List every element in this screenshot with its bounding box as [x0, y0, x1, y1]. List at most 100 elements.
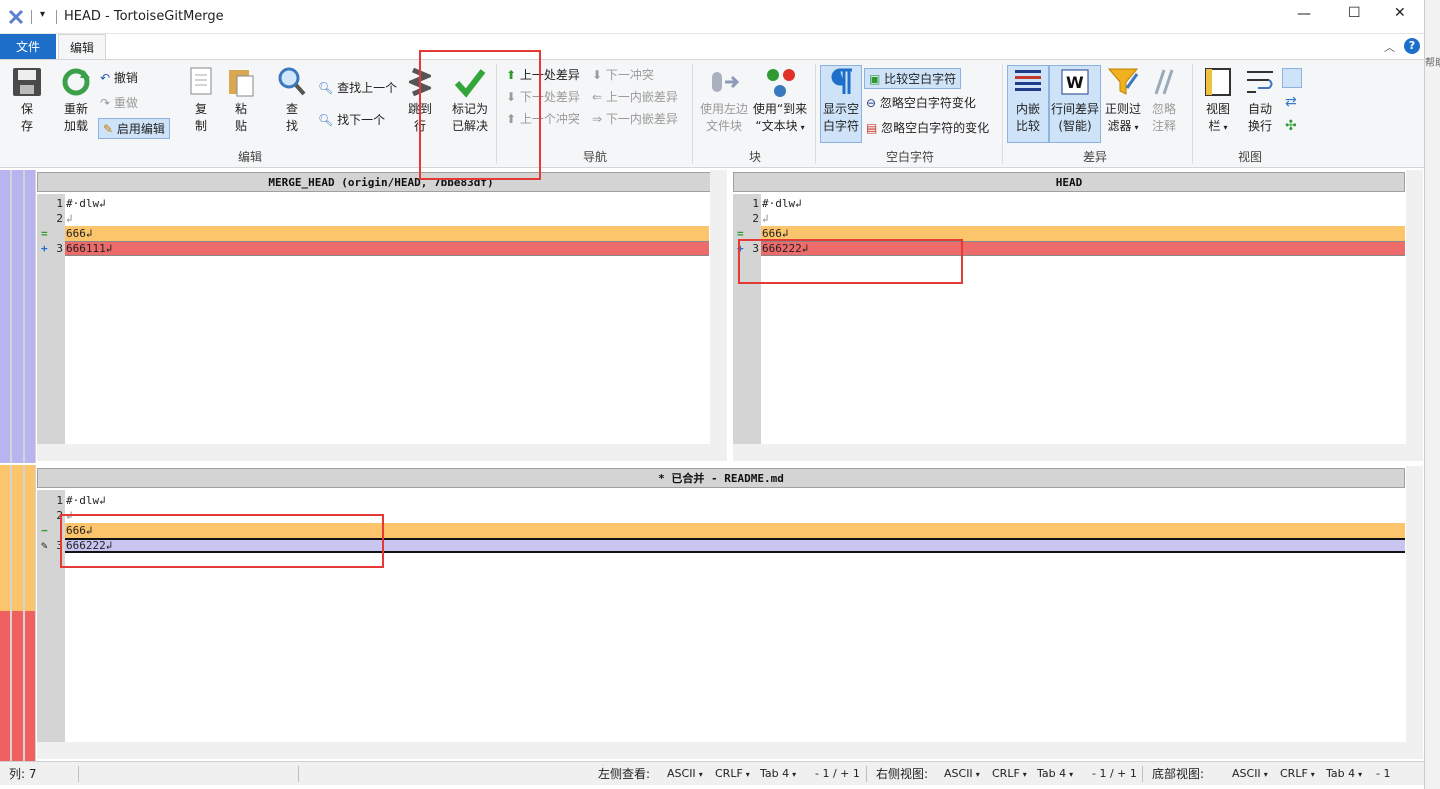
use-left-block-button[interactable]: 使用左边 文件块	[698, 66, 750, 135]
bottom-encoding-value: ASCII	[1232, 767, 1261, 780]
prev-inline-diff-button[interactable]: ⇐ 上一内嵌差异	[592, 87, 678, 107]
enable-edit-toggle[interactable]: ✎ 启用编辑	[98, 118, 170, 139]
left-horizontal-scrollbar[interactable]	[37, 444, 727, 461]
right-tab-value: Tab 4	[1037, 767, 1067, 780]
left-locator-bar[interactable]	[0, 170, 36, 463]
title-bar: ▾ HEAD - TortoiseGitMerge — ☐ ✕	[0, 0, 1424, 34]
redo-button[interactable]: ↷ 重做	[100, 93, 138, 113]
merged-vertical-scrollbar[interactable]	[1406, 466, 1423, 742]
prev-conflict-button[interactable]: ⬆ 上一个冲突	[506, 109, 580, 129]
tab-file[interactable]: 文件	[0, 34, 56, 60]
ignore-comments-button[interactable]: 忽略 注释	[1146, 66, 1182, 135]
auto-wrap-label-2: 换行	[1247, 119, 1272, 133]
save-button[interactable]: 保 存	[8, 66, 46, 135]
locator-strip-conflict	[0, 465, 10, 611]
paste-button[interactable]: 粘 贴	[226, 66, 256, 135]
edited-line-bg	[65, 538, 1405, 553]
mark-resolved-button[interactable]: 标记为 已解决	[446, 66, 494, 135]
view-bar-label-2: 栏	[1208, 119, 1221, 133]
close-button[interactable]: ✕	[1394, 5, 1406, 21]
paste-label-2: 贴	[234, 119, 247, 133]
auto-wrap-button[interactable]: 自动 换行	[1240, 66, 1280, 135]
ignore-all-ws-option[interactable]: ▤ 忽略空白字符的变化	[866, 118, 989, 138]
locator-strip-added	[0, 611, 10, 761]
show-whitespace-toggle[interactable]: 显示空 白字符	[820, 65, 862, 143]
svg-text:W: W	[1066, 73, 1084, 92]
inline-compare-label-2: 比较	[1015, 119, 1040, 133]
reload-label-1: 重新	[63, 102, 88, 116]
inline-compare-label-1: 内嵌	[1015, 102, 1040, 116]
next-diff-button[interactable]: ⬇ 下一处差异	[506, 87, 580, 107]
next-inline-diff-button[interactable]: ⇒ 下一内嵌差异	[592, 109, 678, 129]
left-diff-pane[interactable]: MERGE_HEAD (origin/HEAD, 7bbe83df) 1 #·d…	[37, 170, 727, 463]
wrap-icon	[1247, 71, 1273, 93]
quick-access-dropdown-icon[interactable]: ▾	[40, 9, 45, 20]
collapse-icon[interactable]: ✣	[1285, 118, 1297, 134]
right-view-label: 右侧视图:	[876, 767, 929, 781]
help-icon[interactable]: ?	[1404, 38, 1420, 54]
line-number: 1	[56, 494, 63, 507]
bottom-encoding-select[interactable]: ASCII ▾	[1232, 766, 1268, 782]
copy-button[interactable]: 复 制	[186, 66, 216, 135]
minimize-button[interactable]: —	[1297, 6, 1311, 22]
reload-button[interactable]: 重新 加载	[56, 66, 96, 135]
line-diff-toggle[interactable]: W 行间差异 (智能)	[1049, 65, 1101, 143]
ignore-comments-label-1: 忽略	[1151, 102, 1176, 116]
maximize-button[interactable]: ☐	[1348, 5, 1361, 21]
prev-diff-button[interactable]: ⬆ 上一处差异	[506, 65, 580, 85]
window-title: HEAD - TortoiseGitMerge	[64, 9, 224, 24]
equal-marker: =	[41, 227, 48, 240]
find-next-button[interactable]: 🔍︎ 找下一个	[318, 110, 385, 130]
view-bar-icon	[1205, 68, 1231, 96]
right-tab-select[interactable]: Tab 4 ▾	[1037, 766, 1073, 782]
locator-strip	[0, 170, 10, 463]
right-eol-select[interactable]: CRLF ▾	[992, 766, 1027, 782]
goto-line-label-1: 跳到	[407, 102, 432, 116]
regex-filter-button[interactable]: 正则过 滤器 ▾	[1103, 66, 1143, 136]
left-eol-value: CRLF	[715, 767, 743, 780]
find-button[interactable]: 查 找	[276, 66, 308, 135]
merged-pane[interactable]: * 已合并 - README.md 1 #·dlw↲ 2 ↲ − 666↲ ✎ …	[37, 466, 1423, 760]
collapse-ribbon-icon[interactable]: ︿	[1384, 39, 1395, 55]
find-next-icon: 🔍︎	[318, 113, 334, 127]
bottom-eol-select[interactable]: CRLF ▾	[1280, 766, 1315, 782]
inline-compare-toggle[interactable]: 内嵌 比较	[1007, 65, 1049, 143]
right-vertical-scrollbar[interactable]	[1406, 170, 1423, 444]
regex-filter-label-1: 正则过	[1104, 102, 1141, 116]
next-conflict-button[interactable]: ⬇ 下一冲突	[592, 65, 654, 85]
ignore-ws-change-option[interactable]: ⊖ 忽略空白字符变化	[866, 93, 976, 113]
undo-button[interactable]: ↶ 撤销	[100, 68, 138, 88]
left-vertical-scrollbar[interactable]	[710, 170, 727, 444]
ignore-all-ws-label: 忽略空白字符的变化	[881, 121, 990, 135]
magnifier-icon	[278, 67, 306, 96]
tab-edit[interactable]: 编辑	[58, 34, 106, 60]
code-line: ↲	[66, 509, 73, 522]
right-diff-pane[interactable]: HEAD 1 #·dlw↲ 2 ↲ = 666↲ + 3 666222↲	[733, 170, 1423, 463]
right-horizontal-scrollbar[interactable]	[733, 444, 1423, 461]
prev-inline-label: 上一内嵌差异	[605, 90, 678, 104]
left-encoding-value: ASCII	[667, 767, 696, 780]
swap-panes-icon[interactable]: ⇄	[1285, 94, 1297, 110]
left-eol-select[interactable]: CRLF ▾	[715, 766, 750, 782]
code-line[interactable]: 666222↲	[66, 538, 112, 553]
code-line: ↲	[762, 212, 769, 225]
use-theirs-block-button[interactable]: 使用“到来 “文本块 ▾	[752, 66, 808, 136]
title-separator	[56, 10, 57, 24]
app-logo-icon[interactable]	[8, 9, 24, 25]
left-tab-select[interactable]: Tab 4 ▾	[760, 766, 796, 782]
reload-label-2: 加载	[63, 119, 88, 133]
merged-horizontal-scrollbar[interactable]	[37, 742, 1423, 759]
one-pane-view-icon[interactable]	[1282, 68, 1302, 88]
find-prev-button[interactable]: 🔍︎ 查找上一个	[318, 78, 397, 98]
right-encoding-select[interactable]: ASCII ▾	[944, 766, 980, 782]
view-bar-button[interactable]: 视图 栏 ▾	[1198, 66, 1238, 136]
merge-dots-icon	[767, 69, 795, 97]
find-label-2: 找	[285, 119, 298, 133]
goto-line-button[interactable]: 跳到 行	[404, 66, 436, 135]
compare-whitespace-toggle[interactable]: ▣ 比较空白字符	[864, 68, 962, 89]
bottom-tab-select[interactable]: Tab 4 ▾	[1326, 766, 1362, 782]
redo-icon: ↷	[100, 96, 111, 110]
left-encoding-select[interactable]: ASCII ▾	[667, 766, 703, 782]
right-pane-header: HEAD	[733, 172, 1405, 192]
bottom-locator-bar[interactable]	[0, 465, 36, 761]
